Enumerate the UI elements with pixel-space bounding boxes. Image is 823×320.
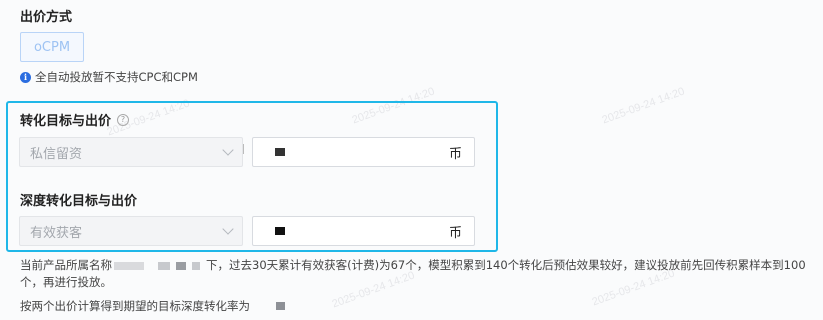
- redacted-patch: [176, 261, 186, 270]
- deep-conversion-bid-input[interactable]: 币: [252, 216, 475, 246]
- chevron-down-icon: [222, 223, 234, 235]
- deep-conversion-label-text: 深度转化目标与出价: [20, 194, 138, 209]
- divider: [243, 144, 246, 154]
- bid-method-notice: i 全自动投放暂不支持CPC和CPM: [20, 69, 198, 85]
- masked-value: [275, 148, 285, 156]
- conversion-bid-input[interactable]: 币: [252, 137, 475, 167]
- deep-conversion-select[interactable]: 有效获客: [19, 216, 243, 246]
- conversion-target-label-text: 转化目标与出价: [20, 114, 112, 129]
- description-prefix: 当前产品所属名称: [20, 258, 112, 272]
- watermark: 2025-09-24 14:20: [600, 85, 687, 127]
- help-icon[interactable]: ?: [117, 113, 130, 126]
- chevron-down-icon: [222, 144, 234, 156]
- bid-method-title: 出价方式: [20, 10, 73, 25]
- currency-unit: 币: [448, 146, 462, 162]
- redacted-patch: [158, 261, 170, 270]
- notice-text: 全自动投放暂不支持CPC和CPM: [35, 70, 198, 84]
- currency-unit: 币: [448, 225, 462, 241]
- deep-conversion-value: 有效获客: [30, 225, 83, 241]
- info-icon: i: [20, 71, 31, 83]
- conversion-target-label: 转化目标与出价 ?: [20, 110, 130, 129]
- conversion-target-select[interactable]: 私信留资: [19, 137, 243, 167]
- target-rate-text: 按两个出价计算得到期望的目标深度转化率为: [20, 298, 285, 314]
- deep-conversion-label: 深度转化目标与出价: [20, 190, 137, 209]
- masked-value: [275, 227, 285, 235]
- ocpm-option-button[interactable]: oCPM: [20, 32, 84, 62]
- target-rate-label: 按两个出价计算得到期望的目标深度转化率为: [20, 299, 250, 313]
- model-suggestion-text: 当前产品所属名称 下，过去30天累计有效获客(计费)为67个，模型积累到140个转…: [20, 257, 815, 291]
- redacted-patch: [114, 261, 144, 270]
- masked-value: [276, 302, 285, 310]
- redacted-patch: [192, 261, 200, 270]
- conversion-target-value: 私信留资: [30, 146, 83, 162]
